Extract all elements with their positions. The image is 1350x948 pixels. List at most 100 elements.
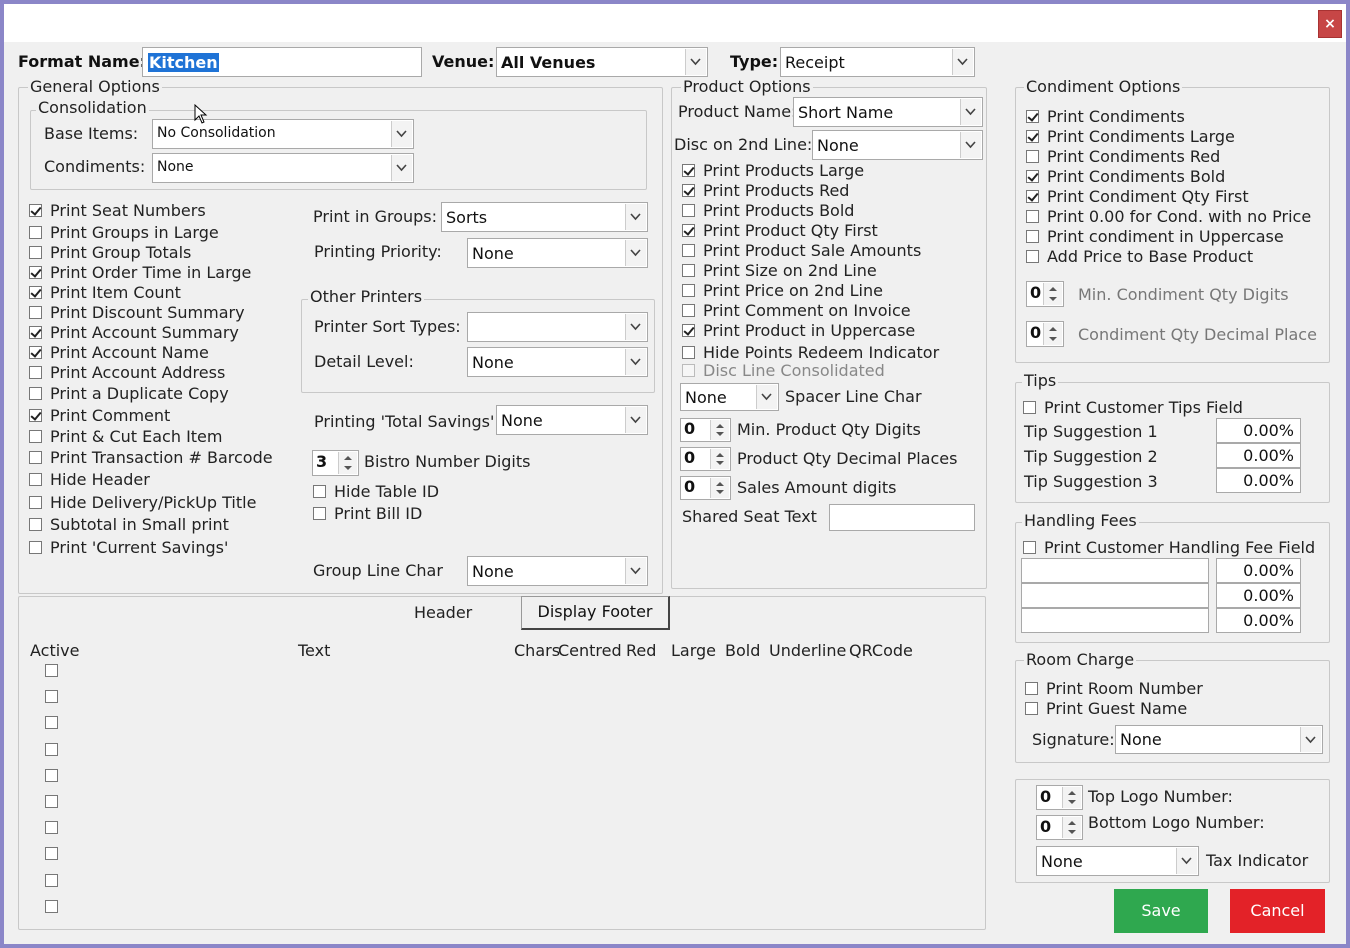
line-active-checkbox[interactable] xyxy=(45,847,58,861)
unchecked-box-icon[interactable] xyxy=(682,244,695,257)
unchecked-box-icon[interactable] xyxy=(29,541,42,554)
unchecked-box-icon[interactable] xyxy=(29,366,42,379)
checked-box-icon[interactable] xyxy=(1026,130,1039,143)
unchecked-box-icon[interactable] xyxy=(29,430,42,443)
checked-box-icon[interactable] xyxy=(29,326,42,339)
print-in-groups-select[interactable]: Sorts xyxy=(441,202,648,232)
handling-fee-3-input[interactable]: 0.00% xyxy=(1216,608,1301,633)
venue-select[interactable]: All Venues xyxy=(496,47,708,77)
col-active: Active xyxy=(30,641,80,660)
checked-box-icon[interactable] xyxy=(29,409,42,422)
checked-box-icon[interactable] xyxy=(29,266,42,279)
spinner-arrows-icon[interactable] xyxy=(710,420,729,440)
product-qty-decimal-spinner[interactable]: 0 xyxy=(680,447,731,471)
cancel-button[interactable]: Cancel xyxy=(1230,889,1325,933)
spinner-arrows-icon[interactable] xyxy=(1062,817,1081,838)
line-active-checkbox[interactable] xyxy=(45,873,58,887)
unchecked-box-icon[interactable] xyxy=(29,451,42,464)
checked-box-icon[interactable] xyxy=(1026,110,1039,123)
sales-amount-digits-value: 0 xyxy=(684,477,696,496)
checked-box-icon[interactable] xyxy=(29,346,42,359)
unchecked-box-icon[interactable] xyxy=(682,346,695,359)
checked-box-icon[interactable] xyxy=(682,324,695,337)
printing-priority-select[interactable]: None xyxy=(467,238,648,268)
unchecked-box-icon[interactable] xyxy=(29,226,42,239)
tip-suggestion-2-input[interactable]: 0.00% xyxy=(1216,443,1301,468)
type-value: Receipt xyxy=(785,53,845,72)
detail-level-select[interactable]: None xyxy=(467,347,648,377)
spinner-arrows-icon[interactable] xyxy=(1043,323,1062,345)
spinner-arrows-icon[interactable] xyxy=(710,449,729,469)
checked-box-icon[interactable] xyxy=(682,164,695,177)
line-active-checkbox[interactable] xyxy=(45,742,58,756)
close-button[interactable]: × xyxy=(1318,10,1342,38)
spinner-arrows-icon[interactable] xyxy=(710,478,729,498)
spinner-arrows-icon[interactable] xyxy=(1062,787,1081,808)
sales-amount-digits-spinner[interactable]: 0 xyxy=(680,476,731,500)
unchecked-box-icon[interactable] xyxy=(682,204,695,217)
top-logo-spinner[interactable]: 0 xyxy=(1036,785,1083,810)
unchecked-box-icon[interactable] xyxy=(29,496,42,509)
min-condiment-qty-spinner[interactable]: 0 xyxy=(1026,281,1064,307)
checked-box-icon[interactable] xyxy=(1026,190,1039,203)
checked-box-icon[interactable] xyxy=(682,224,695,237)
handling-fee-1-input[interactable]: 0.00% xyxy=(1216,558,1301,583)
save-button[interactable]: Save xyxy=(1114,889,1208,933)
signature-select[interactable]: None xyxy=(1115,725,1323,754)
unchecked-box-icon[interactable] xyxy=(1026,250,1039,263)
product-name-select[interactable]: Short Name xyxy=(793,97,983,127)
unchecked-box-icon[interactable] xyxy=(1026,150,1039,163)
condiments-consolidation-select[interactable]: None xyxy=(152,153,414,183)
line-active-checkbox[interactable] xyxy=(45,795,58,808)
line-active-checkbox[interactable] xyxy=(45,821,58,835)
checked-box-icon[interactable] xyxy=(682,184,695,197)
printer-sort-types-select[interactable] xyxy=(467,312,648,342)
tip-suggestion-3-input[interactable]: 0.00% xyxy=(1216,468,1301,493)
base-items-select[interactable]: No Consolidation xyxy=(152,119,414,149)
tax-indicator-select[interactable]: None xyxy=(1036,846,1199,876)
line-active-checkbox[interactable] xyxy=(45,768,58,782)
unchecked-box-icon[interactable] xyxy=(29,473,42,486)
checked-box-icon[interactable] xyxy=(29,204,42,217)
checked-box-icon[interactable] xyxy=(29,286,42,299)
total-savings-select[interactable]: None xyxy=(496,405,648,435)
group-line-char-select[interactable]: None xyxy=(467,556,648,586)
col-red: Red xyxy=(626,641,657,660)
line-active-checkbox[interactable] xyxy=(45,899,58,913)
disc-2nd-line-select[interactable]: None xyxy=(812,130,983,160)
min-product-qty-spinner[interactable]: 0 xyxy=(680,418,731,442)
display-footer-tab[interactable]: Display Footer xyxy=(521,596,670,630)
format-name-input[interactable]: Kitchen xyxy=(142,47,422,77)
line-active-checkbox[interactable] xyxy=(45,716,58,730)
tip-suggestion-1-input[interactable]: 0.00% xyxy=(1216,418,1301,443)
handling-fee-name-2-input[interactable] xyxy=(1021,583,1209,608)
type-select[interactable]: Receipt xyxy=(780,47,975,77)
unchecked-box-icon[interactable] xyxy=(1026,230,1039,243)
spacer-line-char-select[interactable]: None xyxy=(680,383,779,411)
condiment-qty-decimal-label: Condiment Qty Decimal Place xyxy=(1078,325,1317,344)
unchecked-box-icon[interactable] xyxy=(29,387,42,400)
unchecked-box-icon[interactable] xyxy=(29,246,42,259)
line-active-checkbox[interactable] xyxy=(45,690,58,704)
chevron-down-icon xyxy=(391,155,412,181)
unchecked-box-icon[interactable] xyxy=(682,304,695,317)
unchecked-box-icon[interactable] xyxy=(1026,210,1039,223)
handling-fee-name-3-input[interactable] xyxy=(1021,608,1209,633)
shared-seat-text-input[interactable] xyxy=(829,504,975,531)
unchecked-box-icon[interactable] xyxy=(682,264,695,277)
chevron-down-icon xyxy=(625,407,646,433)
unchecked-box-icon[interactable] xyxy=(29,306,42,319)
handling-fee-2-input[interactable]: 0.00% xyxy=(1216,583,1301,608)
spinner-arrows-icon[interactable] xyxy=(1043,283,1062,305)
line-active-checkbox[interactable] xyxy=(45,664,58,677)
spinner-arrows-icon[interactable] xyxy=(338,452,357,474)
bistro-digits-spinner[interactable]: 3 xyxy=(312,450,359,476)
tax-indicator-value: None xyxy=(1041,852,1083,871)
unchecked-box-icon[interactable] xyxy=(682,284,695,297)
unchecked-box-icon[interactable] xyxy=(29,518,42,531)
header-tab[interactable]: Header xyxy=(414,603,472,623)
handling-fee-name-1-input[interactable] xyxy=(1021,558,1209,583)
bottom-logo-spinner[interactable]: 0 xyxy=(1036,815,1083,840)
condiment-qty-decimal-spinner[interactable]: 0 xyxy=(1026,321,1064,347)
checked-box-icon[interactable] xyxy=(1026,170,1039,183)
